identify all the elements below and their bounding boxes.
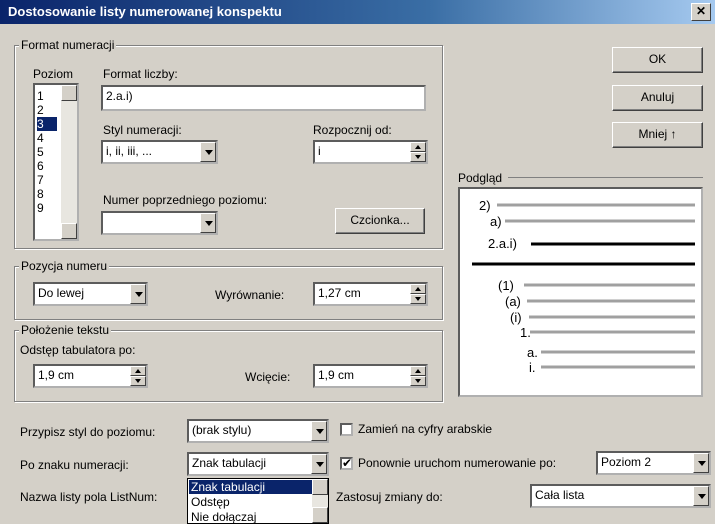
level-scrollbar[interactable] xyxy=(61,85,77,239)
dropdown-scrollbar[interactable] xyxy=(312,479,328,523)
follow-label: Po znaku numeracji: xyxy=(20,458,129,472)
chevron-down-icon[interactable] xyxy=(130,284,146,304)
preview-item: a) xyxy=(490,214,502,229)
position-group-legend: Pozycja numeru xyxy=(19,259,110,273)
preview-item: 2.a.i) xyxy=(488,236,517,251)
level-item-4[interactable]: 4 xyxy=(37,131,57,145)
level-item-8[interactable]: 8 xyxy=(37,187,57,201)
preview-item: 1. xyxy=(520,325,531,340)
dialog-window: Dostosowanie listy numerowanej konspektu… xyxy=(0,0,715,524)
level-item-1[interactable]: 1 xyxy=(37,89,57,103)
legal-checkbox[interactable] xyxy=(340,423,353,436)
restart-checkbox[interactable]: ✔ xyxy=(340,457,353,470)
preview-item: a. xyxy=(527,345,538,360)
tab-label: Odstęp tabulatora po: xyxy=(20,343,136,357)
tab-stepper[interactable]: 1,9 cm xyxy=(33,364,148,388)
checkmark-icon: ✔ xyxy=(342,456,353,470)
number-format-label: Format liczby: xyxy=(103,67,178,81)
start-value: i xyxy=(318,144,321,158)
level-item-3[interactable]: 3 xyxy=(37,117,57,131)
restart-select[interactable]: Poziom 2 xyxy=(596,451,711,475)
start-stepper[interactable]: i xyxy=(313,140,428,164)
level-item-5[interactable]: 5 xyxy=(37,145,57,159)
link-style-value: (brak stylu) xyxy=(192,423,252,437)
level-label: Poziom xyxy=(33,67,74,81)
font-button[interactable]: Czcionka... xyxy=(335,208,425,234)
alignment-select[interactable]: Do lewej xyxy=(33,282,148,306)
dropdown-option[interactable]: Nie dołączaj xyxy=(189,510,313,524)
preview-pane: 2) a) 2.a.i) (1) (a) (i) 1. a. i. xyxy=(458,187,703,397)
restart-label: Ponownie uruchom numerowanie po: xyxy=(358,456,557,470)
chevron-down-icon[interactable] xyxy=(311,454,327,474)
level-item-2[interactable]: 2 xyxy=(37,103,57,117)
restart-value: Poziom 2 xyxy=(601,455,652,469)
preview-item: (1) xyxy=(498,278,514,293)
indent-label: Wcięcie: xyxy=(245,370,291,384)
start-label: Rozpocznij od: xyxy=(313,123,392,137)
indent-stepper[interactable]: 1,9 cm xyxy=(313,364,428,388)
link-style-select[interactable]: (brak stylu) xyxy=(187,419,329,443)
text-position-group-legend: Położenie tekstu xyxy=(19,323,112,337)
apply-value: Cała lista xyxy=(535,488,585,502)
follow-value: Znak tabulacji xyxy=(192,456,267,470)
title-bar[interactable]: Dostosowanie listy numerowanej konspektu… xyxy=(0,0,715,24)
aligned-at-stepper[interactable]: 1,27 cm xyxy=(313,282,428,306)
style-select-value: i, ii, iii, ... xyxy=(106,144,153,158)
listnum-label: Nazwa listy pola ListNum: xyxy=(20,490,158,504)
tab-value: 1,9 cm xyxy=(38,368,75,382)
dialog-title: Dostosowanie listy numerowanej konspektu xyxy=(8,4,282,19)
chevron-down-icon[interactable] xyxy=(200,213,216,233)
chevron-down-icon[interactable] xyxy=(311,421,327,441)
level-list[interactable]: 1 2 3 4 5 6 7 8 9 xyxy=(33,83,79,241)
cancel-button[interactable]: Anuluj xyxy=(612,85,703,111)
alignment-value: Do lewej xyxy=(38,286,85,300)
follow-dropdown-list[interactable]: Znak tabulacji Odstęp Nie dołączaj xyxy=(187,478,329,524)
number-format-input[interactable]: 2.a.i) xyxy=(101,85,426,111)
dropdown-option[interactable]: Odstęp xyxy=(189,495,313,509)
follow-select[interactable]: Znak tabulacji xyxy=(187,452,329,476)
prev-level-label: Numer poprzedniego poziomu: xyxy=(103,193,268,207)
preview-item: i. xyxy=(529,360,536,375)
scroll-up-button[interactable] xyxy=(61,85,77,101)
indent-value: 1,9 cm xyxy=(318,368,355,382)
preview-item: 2) xyxy=(479,198,491,213)
chevron-down-icon[interactable] xyxy=(693,486,709,506)
chevron-down-icon[interactable] xyxy=(693,453,709,473)
preview-item: (a) xyxy=(505,294,521,309)
close-icon: ✕ xyxy=(695,4,707,18)
arrow-up-icon: ↑ xyxy=(670,127,677,141)
level-item-7[interactable]: 7 xyxy=(37,173,57,187)
preview-label: Podgląd xyxy=(458,171,503,185)
apply-label: Zastosuj zmiany do: xyxy=(336,490,443,504)
apply-select[interactable]: Cała lista xyxy=(530,484,711,508)
preview-item: (i) xyxy=(510,310,522,325)
ok-button[interactable]: OK xyxy=(612,47,703,73)
scroll-down-button[interactable] xyxy=(61,223,77,239)
dropdown-option[interactable]: Znak tabulacji xyxy=(189,480,313,494)
aligned-at-value: 1,27 cm xyxy=(318,286,361,300)
legal-label: Zamień na cyfry arabskie xyxy=(358,422,493,436)
style-select[interactable]: i, ii, iii, ... xyxy=(101,140,218,164)
level-item-6[interactable]: 6 xyxy=(37,159,57,173)
start-spin[interactable] xyxy=(410,142,426,162)
close-button[interactable]: ✕ xyxy=(691,3,711,21)
prev-level-select[interactable] xyxy=(101,211,218,235)
link-style-label: Przypisz styl do poziomu: xyxy=(20,425,156,439)
level-item-9[interactable]: 9 xyxy=(37,201,57,215)
aligned-at-label: Wyrównanie: xyxy=(215,288,285,302)
style-label: Styl numeracji: xyxy=(103,123,182,137)
format-group-legend: Format numeracji xyxy=(19,38,117,52)
less-button[interactable]: Mniej ↑ xyxy=(612,122,703,148)
chevron-down-icon[interactable] xyxy=(200,142,216,162)
